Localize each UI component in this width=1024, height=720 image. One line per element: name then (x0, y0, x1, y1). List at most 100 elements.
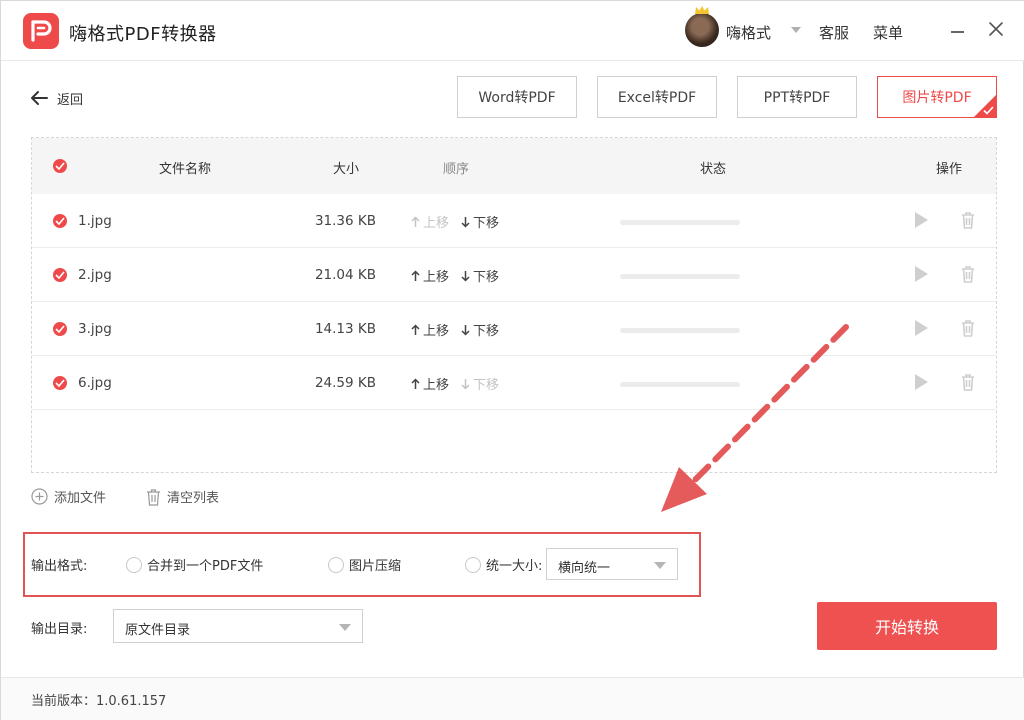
move-down-label: 下移 (473, 216, 500, 231)
tab-image-to-pdf[interactable]: 图片转PDF (877, 76, 997, 118)
tab-ppt-to-pdf[interactable]: PPT转PDF (737, 76, 857, 118)
progress-bar (620, 274, 740, 279)
file-name: 6.jpg (78, 375, 112, 391)
arrow-down-icon (461, 270, 470, 282)
row-checkbox[interactable] (53, 214, 67, 228)
arrow-down-icon (461, 216, 470, 228)
header-order: 顺序 (443, 162, 470, 177)
trash-icon[interactable] (961, 319, 975, 337)
unify-size-select[interactable]: 横向统一 (546, 548, 678, 580)
arrow-down-icon (461, 324, 470, 336)
output-format-label: 输出格式: (31, 559, 88, 574)
check-icon (983, 106, 994, 115)
move-down-button[interactable]: 下移 (461, 320, 499, 339)
trash-icon (147, 488, 160, 506)
table-row: 1.jpg 31.36 KB 上移 下移 (32, 194, 996, 248)
clear-list-button[interactable]: 清空列表 (146, 487, 219, 506)
avatar[interactable] (685, 13, 719, 47)
check-icon (55, 162, 65, 170)
move-down-button[interactable]: 下移 (461, 212, 499, 231)
move-up-button[interactable]: 上移 (411, 320, 449, 339)
back-button[interactable]: 返回 (29, 87, 83, 109)
move-up-button[interactable]: 上移 (411, 266, 449, 285)
user-name[interactable]: 嗨格式 (726, 22, 771, 43)
header-size: 大小 (333, 162, 360, 177)
file-table: 文件名称 大小 顺序 状态 操作 1.jpg 31.36 KB 上移 下移 2.… (31, 137, 997, 473)
footer: 当前版本：1.0.61.157 (1, 677, 1024, 720)
radio-merge-pdf-label: 合并到一个PDF文件 (147, 559, 264, 574)
service-button[interactable]: 客服 (819, 22, 849, 43)
file-name: 2.jpg (78, 267, 112, 283)
table-row: 2.jpg 21.04 KB 上移 下移 (32, 248, 996, 302)
header-operations: 操作 (936, 162, 963, 177)
check-icon (55, 217, 65, 225)
table-row: 6.jpg 24.59 KB 上移 下移 (32, 356, 996, 410)
arrow-up-icon (411, 269, 420, 281)
app-window: 嗨格式PDF转换器 嗨格式 客服 菜单 返回 Word转PDF Excel转PD… (0, 0, 1024, 720)
add-circle-icon (31, 488, 48, 505)
play-icon[interactable] (915, 212, 928, 228)
progress-bar (620, 328, 740, 333)
version-text: 当前版本：1.0.61.157 (31, 694, 167, 709)
add-file-button[interactable]: 添加文件 (31, 487, 106, 506)
row-checkbox[interactable] (53, 268, 67, 282)
file-size: 21.04 KB (314, 267, 376, 283)
close-icon[interactable] (987, 20, 1005, 38)
header-file-name: 文件名称 (159, 162, 212, 177)
table-header: 文件名称 大小 顺序 状态 操作 (32, 138, 996, 194)
radio-merge-pdf[interactable]: 合并到一个PDF文件 (126, 555, 263, 574)
file-size: 31.36 KB (314, 213, 376, 229)
file-name: 1.jpg (78, 213, 112, 229)
check-icon (55, 379, 65, 387)
table-row: 3.jpg 14.13 KB 上移 下移 (32, 302, 996, 356)
move-down-button: 下移 (461, 374, 499, 393)
play-icon[interactable] (915, 266, 928, 282)
move-up-label: 上移 (423, 378, 450, 393)
radio-compress-image[interactable]: 图片压缩 (328, 555, 401, 574)
radio-unify-size[interactable]: 统一大小: (465, 555, 542, 574)
move-up-button: 上移 (411, 212, 449, 231)
chevron-down-icon[interactable] (791, 27, 801, 33)
radio-unify-size-label: 统一大小: (486, 559, 543, 574)
tab-word-to-pdf[interactable]: Word转PDF (457, 76, 577, 118)
unify-size-value: 横向统一 (558, 561, 611, 576)
play-icon[interactable] (915, 320, 928, 336)
back-label: 返回 (57, 92, 84, 108)
file-size: 24.59 KB (314, 375, 376, 391)
minimize-icon[interactable] (951, 31, 964, 33)
output-dir-select[interactable]: 原文件目录 (113, 609, 363, 643)
radio-circle (328, 556, 344, 573)
trash-icon[interactable] (961, 265, 975, 283)
move-up-label: 上移 (423, 324, 450, 339)
output-dir-value: 原文件目录 (125, 623, 191, 638)
select-all-checkbox[interactable] (53, 159, 67, 173)
move-up-button[interactable]: 上移 (411, 374, 449, 393)
tab-image-to-pdf-label: 图片转PDF (902, 90, 972, 106)
start-convert-button[interactable]: 开始转换 (817, 602, 997, 650)
radio-circle (465, 556, 481, 573)
file-name: 3.jpg (78, 321, 112, 337)
logo-icon (23, 13, 59, 49)
trash-icon[interactable] (961, 373, 975, 391)
row-checkbox[interactable] (53, 322, 67, 336)
play-icon[interactable] (915, 374, 928, 390)
arrow-up-icon (411, 215, 420, 227)
move-down-label: 下移 (473, 324, 500, 339)
app-title: 嗨格式PDF转换器 (69, 24, 217, 45)
row-checkbox[interactable] (53, 376, 67, 390)
progress-bar (620, 382, 740, 387)
move-down-button[interactable]: 下移 (461, 266, 499, 285)
progress-bar (620, 220, 740, 225)
radio-compress-image-label: 图片压缩 (349, 559, 402, 574)
move-down-label: 下移 (473, 378, 500, 393)
back-arrow-icon (31, 91, 48, 105)
crown-icon (695, 6, 709, 14)
add-file-label: 添加文件 (54, 491, 107, 506)
clear-list-label: 清空列表 (167, 491, 220, 506)
title-bar: 嗨格式PDF转换器 嗨格式 客服 菜单 (1, 1, 1024, 61)
check-icon (55, 325, 65, 333)
trash-icon[interactable] (961, 211, 975, 229)
file-size: 14.13 KB (314, 321, 376, 337)
menu-button[interactable]: 菜单 (873, 22, 903, 43)
tab-excel-to-pdf[interactable]: Excel转PDF (597, 76, 717, 118)
